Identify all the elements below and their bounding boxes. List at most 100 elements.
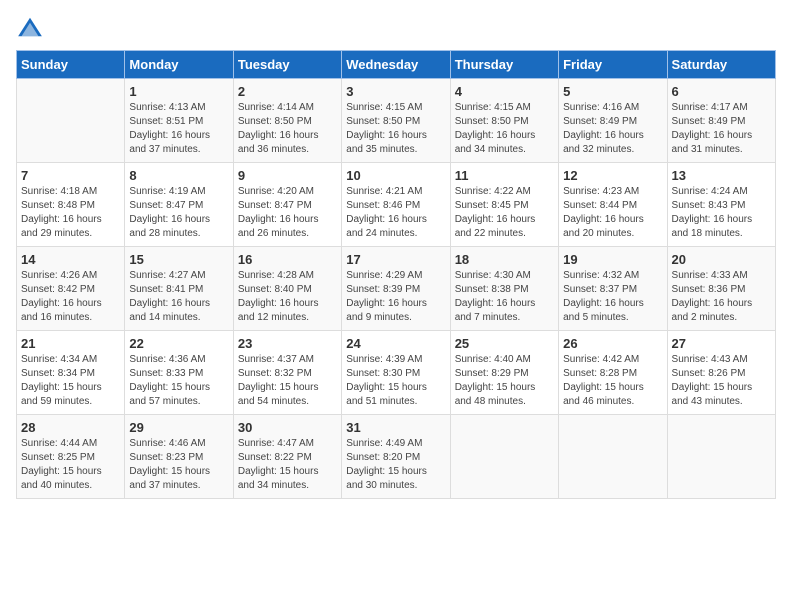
- calendar-cell: 14 Sunrise: 4:26 AM Sunset: 8:42 PM Dayli…: [17, 247, 125, 331]
- day-number: 15: [129, 252, 228, 267]
- day-number: 21: [21, 336, 120, 351]
- day-info: Sunrise: 4:17 AM Sunset: 8:49 PM Dayligh…: [672, 101, 771, 157]
- day-info: Sunrise: 4:34 AM Sunset: 8:34 PM Dayligh…: [21, 353, 120, 409]
- calendar-table: SundayMondayTuesdayWednesdayThursdayFrid…: [16, 50, 776, 499]
- calendar-cell: 9 Sunrise: 4:20 AM Sunset: 8:47 PM Daylig…: [233, 163, 341, 247]
- day-info: Sunrise: 4:22 AM Sunset: 8:45 PM Dayligh…: [455, 185, 554, 241]
- day-number: 7: [21, 168, 120, 183]
- day-info: Sunrise: 4:32 AM Sunset: 8:37 PM Dayligh…: [563, 269, 662, 325]
- calendar-cell: 7 Sunrise: 4:18 AM Sunset: 8:48 PM Daylig…: [17, 163, 125, 247]
- calendar-body: 1Sunrise: 4:13 AM Sunset: 8:51 PM Daylig…: [17, 79, 776, 499]
- calendar-week-5: 28 Sunrise: 4:44 AM Sunset: 8:25 PM Dayli…: [17, 415, 776, 499]
- day-info: Sunrise: 4:23 AM Sunset: 8:44 PM Dayligh…: [563, 185, 662, 241]
- calendar-cell: [450, 415, 558, 499]
- day-info: Sunrise: 4:18 AM Sunset: 8:48 PM Dayligh…: [21, 185, 120, 241]
- day-info: Sunrise: 4:30 AM Sunset: 8:38 PM Dayligh…: [455, 269, 554, 325]
- day-info: Sunrise: 4:37 AM Sunset: 8:32 PM Dayligh…: [238, 353, 337, 409]
- day-info: Sunrise: 4:46 AM Sunset: 8:23 PM Dayligh…: [129, 437, 228, 493]
- day-number: 14: [21, 252, 120, 267]
- day-number: 29: [129, 420, 228, 435]
- calendar-cell: [17, 79, 125, 163]
- calendar-cell: 24 Sunrise: 4:39 AM Sunset: 8:30 PM Dayli…: [342, 331, 450, 415]
- day-info: Sunrise: 4:14 AM Sunset: 8:50 PM Dayligh…: [238, 101, 337, 157]
- day-info: Sunrise: 4:29 AM Sunset: 8:39 PM Dayligh…: [346, 269, 445, 325]
- calendar-cell: [667, 415, 775, 499]
- calendar-week-3: 14 Sunrise: 4:26 AM Sunset: 8:42 PM Dayli…: [17, 247, 776, 331]
- calendar-cell: 4 Sunrise: 4:15 AM Sunset: 8:50 PM Daylig…: [450, 79, 558, 163]
- day-info: Sunrise: 4:26 AM Sunset: 8:42 PM Dayligh…: [21, 269, 120, 325]
- calendar-cell: 2 Sunrise: 4:14 AM Sunset: 8:50 PM Daylig…: [233, 79, 341, 163]
- header-cell-thursday: Thursday: [450, 51, 558, 79]
- calendar-cell: 8 Sunrise: 4:19 AM Sunset: 8:47 PM Daylig…: [125, 163, 233, 247]
- day-info: Sunrise: 4:49 AM Sunset: 8:20 PM Dayligh…: [346, 437, 445, 493]
- calendar-cell: 16Sunrise: 4:28 AM Sunset: 8:40 PM Dayli…: [233, 247, 341, 331]
- header-cell-tuesday: Tuesday: [233, 51, 341, 79]
- calendar-cell: 18Sunrise: 4:30 AM Sunset: 8:38 PM Dayli…: [450, 247, 558, 331]
- day-number: 30: [238, 420, 337, 435]
- day-number: 17: [346, 252, 445, 267]
- logo-icon: [16, 16, 44, 38]
- header-cell-wednesday: Wednesday: [342, 51, 450, 79]
- day-number: 31: [346, 420, 445, 435]
- calendar-week-4: 21 Sunrise: 4:34 AM Sunset: 8:34 PM Dayli…: [17, 331, 776, 415]
- day-number: 22: [129, 336, 228, 351]
- day-info: Sunrise: 4:20 AM Sunset: 8:47 PM Dayligh…: [238, 185, 337, 241]
- day-info: Sunrise: 4:15 AM Sunset: 8:50 PM Dayligh…: [346, 101, 445, 157]
- day-info: Sunrise: 4:15 AM Sunset: 8:50 PM Dayligh…: [455, 101, 554, 157]
- day-info: Sunrise: 4:36 AM Sunset: 8:33 PM Dayligh…: [129, 353, 228, 409]
- day-number: 2: [238, 84, 337, 99]
- calendar-header: SundayMondayTuesdayWednesdayThursdayFrid…: [17, 51, 776, 79]
- day-info: Sunrise: 4:27 AM Sunset: 8:41 PM Dayligh…: [129, 269, 228, 325]
- day-info: Sunrise: 4:33 AM Sunset: 8:36 PM Dayligh…: [672, 269, 771, 325]
- logo: [16, 16, 48, 38]
- day-number: 19: [563, 252, 662, 267]
- day-info: Sunrise: 4:43 AM Sunset: 8:26 PM Dayligh…: [672, 353, 771, 409]
- calendar-cell: 11 Sunrise: 4:22 AM Sunset: 8:45 PM Dayli…: [450, 163, 558, 247]
- calendar-cell: 10Sunrise: 4:21 AM Sunset: 8:46 PM Dayli…: [342, 163, 450, 247]
- calendar-cell: [559, 415, 667, 499]
- calendar-cell: 13 Sunrise: 4:24 AM Sunset: 8:43 PM Dayli…: [667, 163, 775, 247]
- header-cell-friday: Friday: [559, 51, 667, 79]
- calendar-cell: 1Sunrise: 4:13 AM Sunset: 8:51 PM Daylig…: [125, 79, 233, 163]
- day-number: 5: [563, 84, 662, 99]
- calendar-cell: 20 Sunrise: 4:33 AM Sunset: 8:36 PM Dayli…: [667, 247, 775, 331]
- day-info: Sunrise: 4:19 AM Sunset: 8:47 PM Dayligh…: [129, 185, 228, 241]
- calendar-cell: 28 Sunrise: 4:44 AM Sunset: 8:25 PM Dayli…: [17, 415, 125, 499]
- day-info: Sunrise: 4:39 AM Sunset: 8:30 PM Dayligh…: [346, 353, 445, 409]
- day-info: Sunrise: 4:21 AM Sunset: 8:46 PM Dayligh…: [346, 185, 445, 241]
- calendar-cell: 17 Sunrise: 4:29 AM Sunset: 8:39 PM Dayli…: [342, 247, 450, 331]
- header-cell-monday: Monday: [125, 51, 233, 79]
- day-number: 8: [129, 168, 228, 183]
- day-info: Sunrise: 4:24 AM Sunset: 8:43 PM Dayligh…: [672, 185, 771, 241]
- header-cell-sunday: Sunday: [17, 51, 125, 79]
- day-number: 20: [672, 252, 771, 267]
- calendar-cell: 26Sunrise: 4:42 AM Sunset: 8:28 PM Dayli…: [559, 331, 667, 415]
- day-info: Sunrise: 4:42 AM Sunset: 8:28 PM Dayligh…: [563, 353, 662, 409]
- day-info: Sunrise: 4:44 AM Sunset: 8:25 PM Dayligh…: [21, 437, 120, 493]
- calendar-cell: 12Sunrise: 4:23 AM Sunset: 8:44 PM Dayli…: [559, 163, 667, 247]
- calendar-week-1: 1Sunrise: 4:13 AM Sunset: 8:51 PM Daylig…: [17, 79, 776, 163]
- day-info: Sunrise: 4:40 AM Sunset: 8:29 PM Dayligh…: [455, 353, 554, 409]
- day-number: 3: [346, 84, 445, 99]
- calendar-cell: 5Sunrise: 4:16 AM Sunset: 8:49 PM Daylig…: [559, 79, 667, 163]
- day-number: 9: [238, 168, 337, 183]
- calendar-cell: 15 Sunrise: 4:27 AM Sunset: 8:41 PM Dayli…: [125, 247, 233, 331]
- day-number: 23: [238, 336, 337, 351]
- day-info: Sunrise: 4:13 AM Sunset: 8:51 PM Dayligh…: [129, 101, 228, 157]
- calendar-cell: 27 Sunrise: 4:43 AM Sunset: 8:26 PM Dayli…: [667, 331, 775, 415]
- day-number: 6: [672, 84, 771, 99]
- day-number: 28: [21, 420, 120, 435]
- day-number: 27: [672, 336, 771, 351]
- day-number: 4: [455, 84, 554, 99]
- day-number: 11: [455, 168, 554, 183]
- header-row: SundayMondayTuesdayWednesdayThursdayFrid…: [17, 51, 776, 79]
- calendar-week-2: 7 Sunrise: 4:18 AM Sunset: 8:48 PM Daylig…: [17, 163, 776, 247]
- calendar-cell: 29 Sunrise: 4:46 AM Sunset: 8:23 PM Dayli…: [125, 415, 233, 499]
- day-number: 24: [346, 336, 445, 351]
- day-info: Sunrise: 4:47 AM Sunset: 8:22 PM Dayligh…: [238, 437, 337, 493]
- calendar-cell: 30 Sunrise: 4:47 AM Sunset: 8:22 PM Dayli…: [233, 415, 341, 499]
- day-number: 25: [455, 336, 554, 351]
- day-number: 16: [238, 252, 337, 267]
- day-number: 13: [672, 168, 771, 183]
- calendar-cell: 21 Sunrise: 4:34 AM Sunset: 8:34 PM Dayli…: [17, 331, 125, 415]
